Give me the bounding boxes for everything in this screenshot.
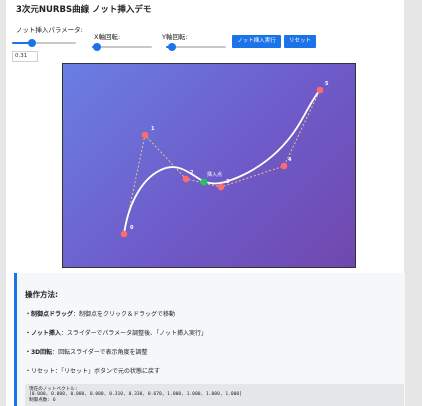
control-point-5[interactable]: 5 (316, 81, 329, 94)
knot-param-slider[interactable] (12, 38, 76, 48)
instruction-item: ・制御点ドラッグ：制御点をクリック＆ドラッグで移動 (25, 311, 176, 318)
control-point-label: 0 (130, 225, 134, 231)
instruction-item: ・ノット挿入：スライダーでパラメータ調整後、「ノット挿入実行」 (25, 330, 207, 337)
x-rotation-label: X軸回転: (94, 33, 121, 41)
insert-knot-button[interactable]: ノット挿入実行 (232, 35, 281, 48)
knot-param-label: ノット挿入パラメータ: (16, 26, 83, 34)
instruction-item: ・3D回転：回転スライダーで表示角度を調整 (25, 349, 148, 356)
instructions-panel: 操作方法: ・制御点ドラッグ：制御点をクリック＆ドラッグで移動 ・ノット挿入：ス… (14, 273, 405, 406)
control-point-label: 3 (226, 179, 230, 185)
slider-handle[interactable] (92, 43, 101, 51)
control-point-0[interactable]: 0 (120, 225, 134, 238)
knot-vector-info: 現在のノットベクトル: [0.000, 0.000, 0.000, 0.000,… (25, 384, 404, 406)
control-point-4[interactable]: 4 (280, 157, 292, 170)
insert-point-label: 挿入点 (207, 171, 222, 178)
y-rotation-slider[interactable] (166, 42, 226, 52)
slider-handle[interactable] (27, 39, 36, 47)
reset-button[interactable]: リセット (284, 35, 316, 48)
x-rotation-slider[interactable] (92, 42, 152, 52)
control-point-label: 2 (190, 170, 194, 176)
instruction-item: ・リセット：「リセット」ボタンで元の状態に戻す (25, 368, 161, 375)
control-point-count: 制御点数: 6 (29, 397, 56, 403)
y-rotation-label: Y軸回転: (162, 33, 188, 41)
control-point-label: 5 (325, 81, 329, 87)
page-title: 3次元NURBS曲線 ノット挿入デモ (16, 5, 152, 15)
nurbs-canvas[interactable]: 0 1 2 3 4 5 挿入点 (62, 63, 356, 268)
control-point-3[interactable]: 3 (217, 179, 230, 191)
control-point-1[interactable]: 1 (141, 126, 155, 139)
nurbs-plot: 0 1 2 3 4 5 挿入点 (120, 81, 329, 238)
page: 3次元NURBS曲線 ノット挿入デモ ノット挿入パラメータ: 0.31 X軸回転… (6, 0, 405, 406)
slider-handle[interactable] (168, 43, 176, 51)
control-point-label: 4 (288, 157, 292, 163)
knot-param-value: 0.31 (12, 51, 38, 62)
control-point-label: 1 (151, 126, 155, 132)
slider-track (92, 46, 152, 48)
instructions-heading: 操作方法: (25, 290, 58, 299)
